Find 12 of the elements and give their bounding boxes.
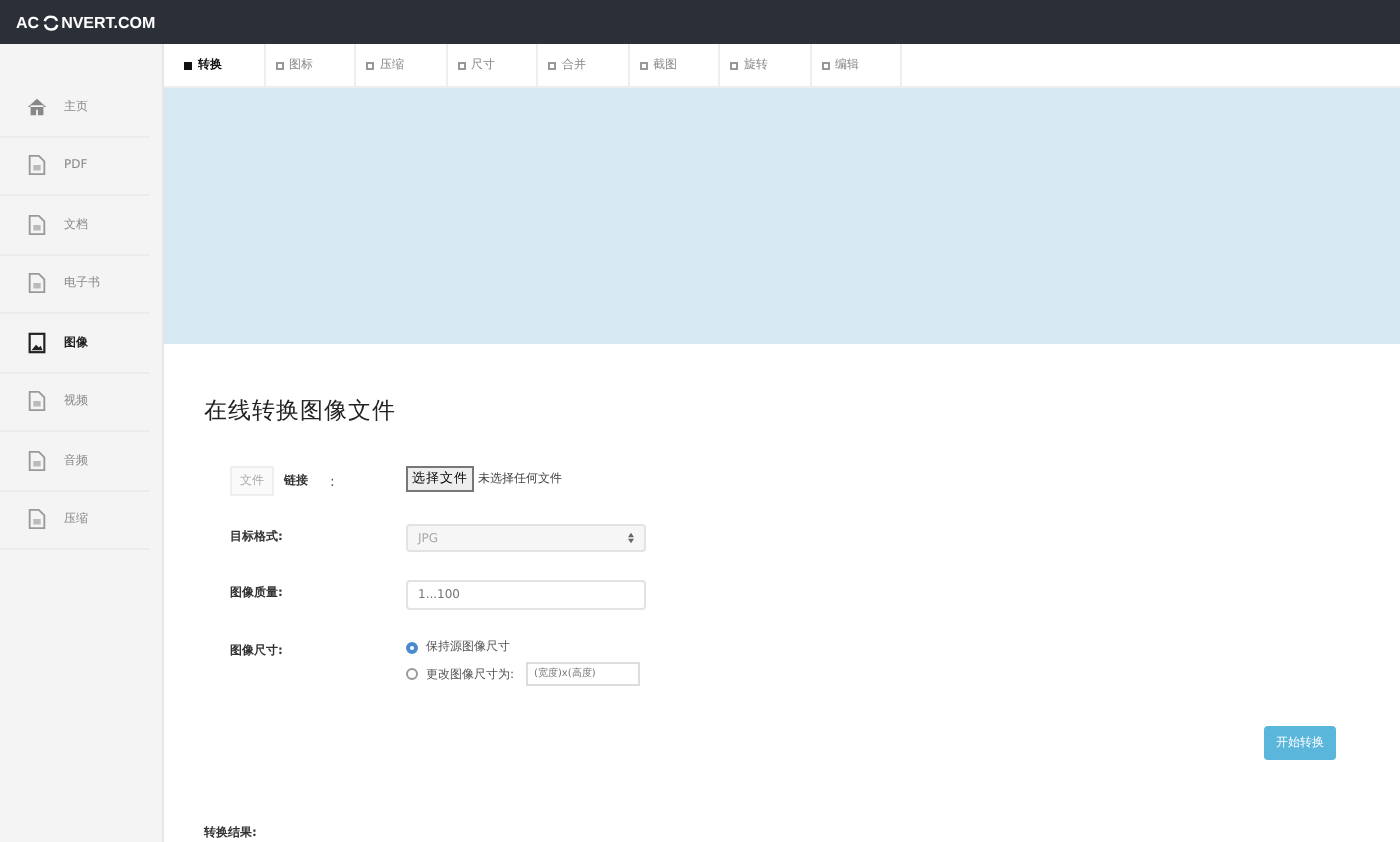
- recycle-icon: [41, 13, 60, 31]
- file-icon: [26, 390, 48, 413]
- image-file-icon: [26, 331, 48, 354]
- page-title: 在线转换图像文件: [204, 396, 398, 426]
- file-icon: [26, 154, 48, 177]
- home-icon: [26, 95, 48, 118]
- file-icon: [26, 508, 48, 531]
- updown-caret-icon: [628, 532, 634, 544]
- file-icon: [26, 213, 48, 236]
- site-logo[interactable]: AC NVERT.COM: [16, 13, 156, 31]
- file-icon: [26, 272, 48, 295]
- file-icon: [26, 449, 48, 472]
